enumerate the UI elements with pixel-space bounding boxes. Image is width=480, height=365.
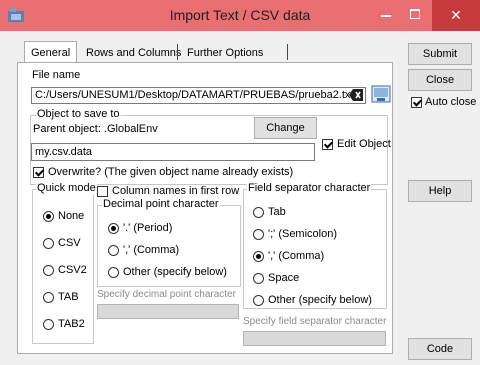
quick-mode-csv2-label: CSV2 [58, 264, 87, 276]
separator-space-label: Space [268, 272, 300, 284]
file-name-label: File name [32, 69, 81, 81]
separator-space-radio[interactable] [253, 273, 264, 284]
decimal-specify-input[interactable] [97, 304, 239, 319]
quick-mode-csv-radio[interactable] [43, 238, 54, 249]
decimal-period-radio[interactable] [108, 223, 119, 234]
quick-mode-tab2-label: TAB2 [58, 318, 85, 330]
decimal-other-label: Other (specify below) [123, 266, 227, 278]
submit-button[interactable]: Submit [408, 43, 472, 65]
decimal-period-label: '.' (Period) [123, 222, 173, 234]
object-name-input[interactable]: my.csv.data [31, 143, 315, 161]
tab-rows-and-columns[interactable]: Rows and Columns [86, 43, 181, 63]
close-button[interactable]: Close [408, 69, 472, 91]
overwrite-label: Overwrite? (The given object name alread… [48, 166, 294, 178]
code-button[interactable]: Code [408, 338, 472, 360]
edit-object-checkbox[interactable] [322, 139, 333, 150]
separator-legend: Field separator character [247, 182, 372, 194]
close-icon[interactable]: ✕ [432, 0, 480, 31]
tab-further-options[interactable]: Further Options [187, 43, 263, 63]
column-names-checkbox[interactable] [97, 186, 108, 197]
separator-group [243, 189, 387, 309]
decimal-other-radio[interactable] [108, 267, 119, 278]
quick-mode-legend: Quick mode [36, 182, 97, 194]
overwrite-checkbox[interactable] [33, 167, 44, 178]
quick-mode-tab2-radio[interactable] [43, 319, 54, 330]
quick-mode-csv-label: CSV [58, 237, 81, 249]
title-bar: Import Text / CSV data ✕ [0, 0, 480, 31]
file-name-input[interactable]: C:/Users/UNESUM1/Desktop/DATAMART/PRUEBA… [31, 87, 366, 104]
quick-mode-csv2-radio[interactable] [43, 265, 54, 276]
clear-icon[interactable] [349, 88, 364, 102]
tab-separator [177, 44, 178, 60]
separator-semicolon-label: ';' (Semicolon) [268, 228, 337, 240]
change-button[interactable]: Change [254, 117, 317, 139]
edit-object-label: Edit Object [337, 138, 391, 150]
separator-tab-radio[interactable] [253, 207, 264, 218]
separator-other-label: Other (specify below) [268, 294, 372, 306]
column-names-label: Column names in first row [112, 185, 240, 197]
minimize-icon[interactable] [371, 0, 401, 31]
tab-general[interactable]: General [24, 41, 78, 64]
separator-comma-radio[interactable] [253, 251, 264, 262]
separator-specify-input[interactable] [243, 331, 386, 346]
separator-semicolon-radio[interactable] [253, 229, 264, 240]
decimal-comma-label: ',' (Comma) [123, 244, 180, 256]
decimal-specify-label: Specify decimal point character [97, 289, 236, 300]
quick-mode-tab-radio[interactable] [43, 292, 54, 303]
maximize-icon[interactable] [401, 0, 431, 31]
auto-close-checkbox[interactable] [411, 97, 422, 108]
separator-tab-label: Tab [268, 206, 286, 218]
help-button[interactable]: Help [408, 180, 472, 202]
quick-mode-none-label: None [58, 210, 85, 222]
separator-other-radio[interactable] [253, 295, 264, 306]
parent-object-label: Parent object: .GlobalEnv [33, 123, 158, 135]
import-dialog-window: Import Text / CSV data ✕ General Rows an… [0, 0, 480, 365]
object-group-legend: Object to save to [36, 108, 121, 120]
quick-mode-tab-label: TAB [58, 291, 79, 303]
browse-file-icon[interactable] [371, 85, 391, 103]
quick-mode-none-radio[interactable] [43, 211, 54, 222]
auto-close-label: Auto close [425, 96, 477, 108]
tab-separator [287, 44, 288, 60]
decimal-legend: Decimal point character [102, 198, 220, 210]
separator-specify-label: Specify field separator character [243, 316, 387, 327]
separator-comma-label: ',' (Comma) [268, 250, 325, 262]
decimal-comma-radio[interactable] [108, 245, 119, 256]
